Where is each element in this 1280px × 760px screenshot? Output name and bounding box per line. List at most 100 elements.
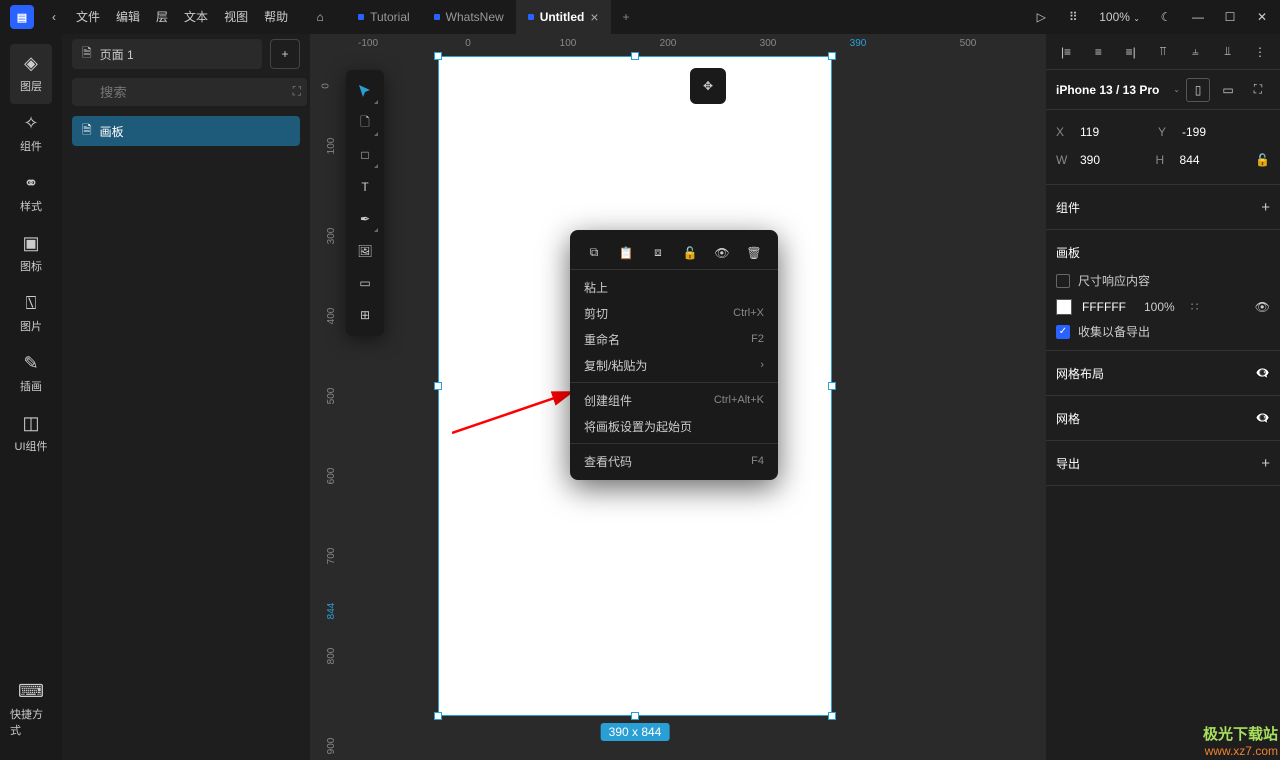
fill-hex[interactable]: FFFFFF [1082, 300, 1126, 314]
nav-uicomponents[interactable]: ◫UI组件 [10, 404, 52, 464]
ctx-view-code[interactable]: 查看代码F4 [570, 448, 778, 474]
app-logo: ▤ [10, 5, 34, 29]
tab-untitled[interactable]: Untitled × [516, 0, 611, 34]
tab-tutorial[interactable]: Tutorial [346, 0, 422, 34]
section-artboard: 画板 [1056, 244, 1080, 261]
ctx-copypaste-as[interactable]: 复制/粘贴为› [570, 352, 778, 378]
align-top-icon[interactable]: ⫪ [1153, 42, 1173, 62]
nav-styles[interactable]: ⚭样式 [10, 164, 52, 224]
new-tab-button[interactable]: + [611, 0, 642, 34]
ctx-rename[interactable]: 重命名F2 [570, 326, 778, 352]
drag-handle-icon[interactable]: ✥ [690, 68, 726, 104]
tool-frame[interactable]: 🗋 [350, 108, 380, 138]
hidden-icon[interactable]: 👁‍🗨 [1255, 366, 1270, 380]
add-page-button[interactable]: + [270, 39, 300, 69]
ctx-cut[interactable]: 剪切Ctrl+X [570, 300, 778, 326]
maximize-icon[interactable]: ☐ [1216, 3, 1244, 31]
lock-aspect-icon[interactable]: 🔓 [1255, 153, 1270, 167]
tab-whatsnew[interactable]: WhatsNew [422, 0, 516, 34]
chevron-down-icon[interactable]: ⌄ [1173, 85, 1180, 94]
section-export: 导出 [1056, 455, 1080, 472]
tab-label: Untitled [540, 10, 585, 24]
pos-y[interactable]: -199 [1182, 125, 1206, 139]
align-center-h-icon[interactable]: ≡ [1088, 42, 1108, 62]
zoom-select[interactable]: 100% ⌄ [1091, 0, 1148, 34]
nav-illustration[interactable]: ✎插画 [10, 344, 52, 404]
nav-layers[interactable]: ◈图层 [10, 44, 52, 104]
pos-h[interactable]: 844 [1180, 153, 1200, 167]
align-middle-icon[interactable]: ⫨ [1185, 42, 1205, 62]
resize-handle[interactable] [434, 382, 442, 390]
ctx-group-icon[interactable]: ⧈ [645, 240, 671, 266]
distribute-icon[interactable]: ⋮ [1250, 42, 1270, 62]
resize-handle[interactable] [828, 712, 836, 720]
blend-icon[interactable]: ∷ [1191, 300, 1199, 314]
pos-x[interactable]: 119 [1080, 125, 1099, 139]
resize-handle[interactable] [434, 712, 442, 720]
tool-text[interactable]: T [350, 172, 380, 202]
tool-row[interactable]: ▭ [350, 268, 380, 298]
resize-handle[interactable] [434, 52, 442, 60]
back-icon[interactable]: ‹ [40, 3, 68, 31]
menu-file[interactable]: 文件 [68, 0, 108, 34]
page-name: 页面 1 [100, 46, 134, 63]
ctx-paste-icon[interactable]: 📋 [613, 240, 639, 266]
menu-view[interactable]: 视图 [216, 0, 256, 34]
resize-checkbox[interactable] [1056, 274, 1070, 288]
close-window-icon[interactable]: ✕ [1248, 3, 1276, 31]
apps-icon[interactable]: ⠿ [1059, 3, 1087, 31]
visibility-icon[interactable]: 👁 [1255, 300, 1270, 314]
tool-select[interactable] [350, 76, 380, 106]
home-icon[interactable]: ⌂ [306, 3, 334, 31]
ctx-copy-icon[interactable]: ⧉ [581, 240, 607, 266]
search-input[interactable] [72, 78, 307, 106]
nav-icons[interactable]: ▣图标 [10, 224, 52, 284]
ctx-paste[interactable]: 粘上 [570, 274, 778, 300]
close-icon[interactable]: × [590, 9, 598, 25]
layer-row-artboard[interactable]: 🗎画板 [72, 116, 300, 146]
collect-label: 收集以备导出 [1078, 323, 1150, 340]
menu-help[interactable]: 帮助 [256, 0, 296, 34]
nav-components[interactable]: ✧组件 [10, 104, 52, 164]
tool-pen[interactable]: ✒ [350, 204, 380, 234]
collect-checkbox[interactable]: ✓ [1056, 325, 1070, 339]
ctx-set-start-page[interactable]: 将画板设置为起始页 [570, 413, 778, 439]
dark-mode-icon[interactable]: ☾ [1152, 3, 1180, 31]
tool-rectangle[interactable]: □ [350, 140, 380, 170]
hidden-icon[interactable]: 👁‍🗨 [1255, 411, 1270, 425]
pos-w[interactable]: 390 [1080, 153, 1100, 167]
illustration-icon: ✎ [23, 352, 38, 374]
portrait-icon[interactable]: ▯ [1186, 78, 1210, 102]
ctx-unlock-icon[interactable]: 🔓 [677, 240, 703, 266]
align-left-icon[interactable]: |≡ [1056, 42, 1076, 62]
align-bottom-icon[interactable]: ⫫ [1218, 42, 1238, 62]
add-export-button[interactable]: + [1261, 455, 1270, 472]
menu-edit[interactable]: 编辑 [108, 0, 148, 34]
ctx-visible-icon[interactable]: 👁 [709, 240, 735, 266]
layer-name: 画板 [100, 123, 124, 140]
fill-opacity[interactable]: 100% [1144, 300, 1175, 314]
preset-name[interactable]: iPhone 13 / 13 Pro [1056, 83, 1167, 97]
fill-swatch[interactable] [1056, 299, 1072, 315]
ctx-delete-icon[interactable]: 🗑 [741, 240, 767, 266]
ctx-create-component[interactable]: 创建组件Ctrl+Alt+K [570, 387, 778, 413]
nav-shortcuts[interactable]: ⌨快捷方式 [10, 672, 52, 748]
play-icon[interactable]: ▷ [1027, 3, 1055, 31]
tool-image[interactable]: 🖼 [350, 236, 380, 266]
nav-images[interactable]: ⍂图片 [10, 284, 52, 344]
canvas[interactable]: -200 -100 0 100 200 300 390 500 0 100 30… [310, 34, 1046, 760]
scan-icon[interactable]: ⛶ [293, 84, 301, 99]
menu-layer[interactable]: 层 [148, 0, 176, 34]
menu-text[interactable]: 文本 [176, 0, 216, 34]
resize-handle[interactable] [631, 712, 639, 720]
resize-handle[interactable] [631, 52, 639, 60]
expand-icon[interactable]: ⛶ [1246, 78, 1270, 102]
resize-handle[interactable] [828, 52, 836, 60]
add-component-button[interactable]: + [1261, 199, 1270, 216]
align-right-icon[interactable]: ≡| [1121, 42, 1141, 62]
resize-handle[interactable] [828, 382, 836, 390]
tool-grid[interactable]: ⊞ [350, 300, 380, 330]
landscape-icon[interactable]: ▭ [1216, 78, 1240, 102]
minimize-icon[interactable]: — [1184, 3, 1212, 31]
page-selector[interactable]: 🗎页面 1 [72, 39, 262, 69]
